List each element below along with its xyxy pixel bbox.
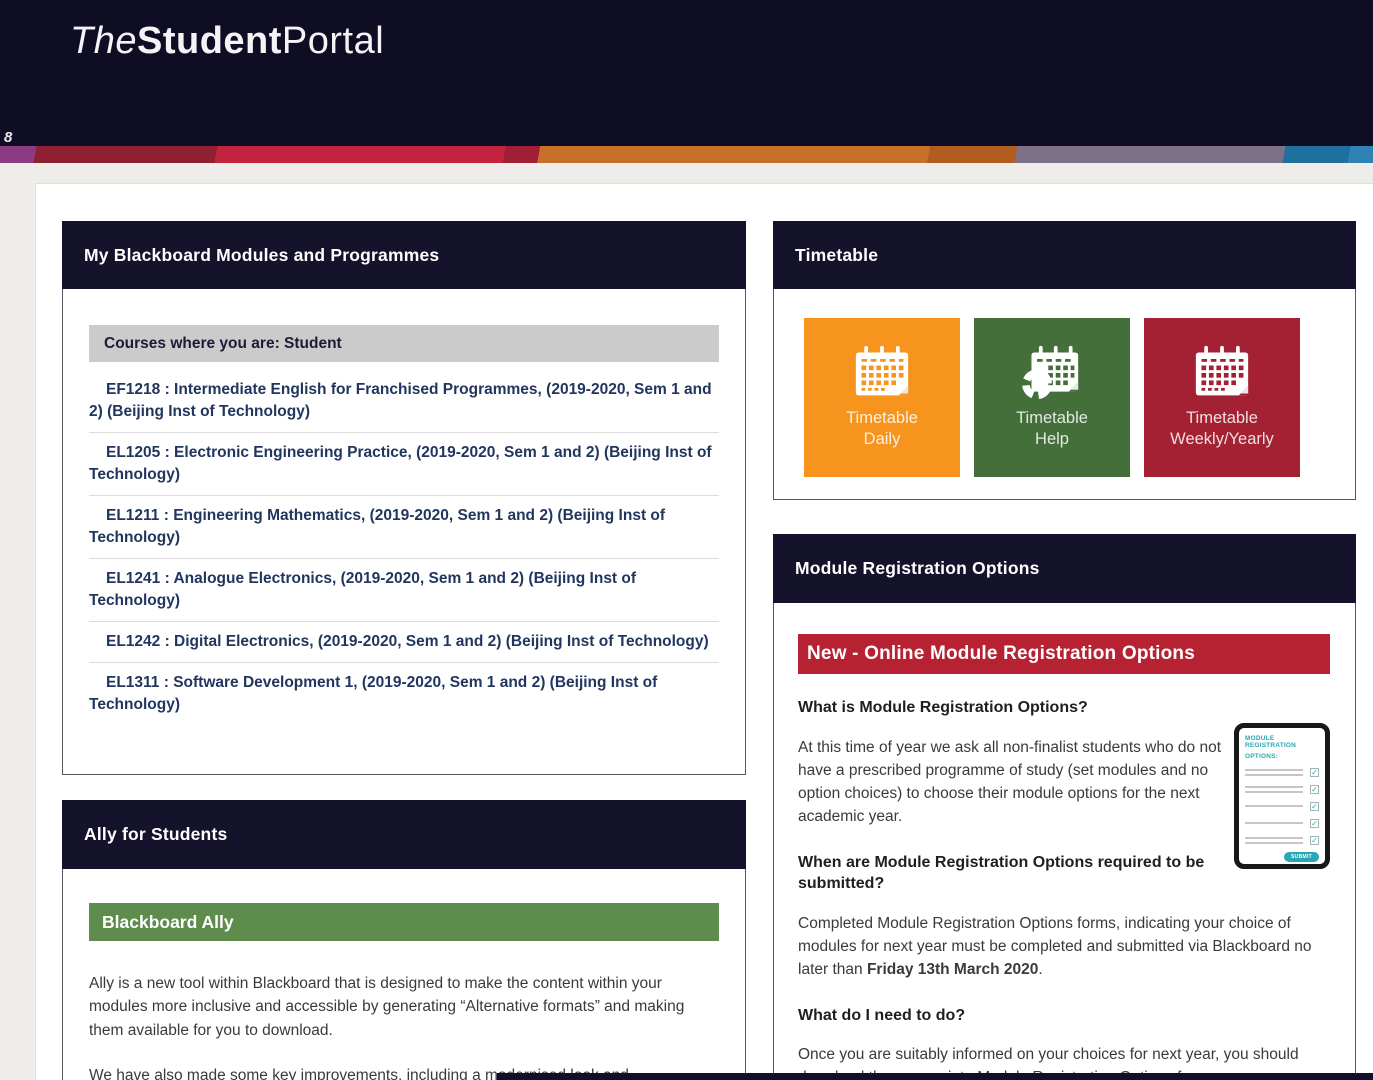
- bottom-cutoff-bar: [497, 1073, 1373, 1080]
- module-registration-panel-title: Module Registration Options: [773, 558, 1040, 579]
- timetable-tiles: Timetable Daily: [804, 318, 1355, 477]
- checked-checkbox-icon: ✓: [1310, 768, 1319, 777]
- course-link[interactable]: EL1242 : Digital Electronics, (2019-2020…: [89, 621, 719, 662]
- module-registration-form-illustration: MODULE REGISTRATION OPTIONS: ✓ ✓ ✓ ✓: [1234, 723, 1330, 869]
- timetable-daily-tile[interactable]: Timetable Daily: [804, 318, 960, 477]
- registration-paragraph: Completed Module Registration Options fo…: [798, 912, 1330, 982]
- question-heading: What is Module Registration Options?: [798, 697, 1330, 719]
- ally-panel-header: Ally for Students: [62, 800, 746, 869]
- tile-label: Timetable Weekly/Yearly: [1170, 408, 1274, 449]
- course-list: EF1218 : Intermediate English for Franch…: [89, 370, 719, 725]
- checked-checkbox-icon: ✓: [1310, 802, 1319, 811]
- form-row: ✓: [1245, 785, 1319, 794]
- calendar-help-icon: [1022, 345, 1082, 401]
- form-row: ✓: [1245, 819, 1319, 828]
- tablet-submit-button: SUBMIT: [1284, 852, 1319, 862]
- logo-student: Student: [137, 20, 282, 62]
- module-registration-panel-body: New - Online Module Registration Options…: [773, 603, 1356, 1080]
- tile-label: Timetable Help: [1016, 408, 1088, 449]
- modules-panel-header: My Blackboard Modules and Programmes: [62, 221, 746, 289]
- new-online-registration-banner-label: New - Online Module Registration Options: [798, 643, 1195, 665]
- module-registration-panel-header: Module Registration Options: [773, 534, 1356, 603]
- course-link[interactable]: EF1218 : Intermediate English for Franch…: [89, 370, 719, 432]
- blackboard-ally-banner: Blackboard Ally: [89, 903, 719, 941]
- checked-checkbox-icon: ✓: [1310, 819, 1319, 828]
- portal-logo[interactable]: TheStudentPortal: [70, 20, 384, 63]
- student-portal-page: TheStudentPortal 8 My Blackboard Modules…: [0, 0, 1373, 1080]
- course-link[interactable]: EL1205 : Electronic Engineering Practice…: [89, 432, 719, 495]
- ally-paragraph: Ally is a new tool within Blackboard tha…: [89, 972, 719, 1042]
- new-online-registration-banner: New - Online Module Registration Options: [798, 634, 1330, 674]
- module-registration-content: What is Module Registration Options? MOD…: [798, 697, 1330, 1080]
- form-row: ✓: [1245, 768, 1319, 777]
- question-heading: What do I need to do?: [798, 1005, 1330, 1027]
- ally-panel-body: Blackboard Ally Ally is a new tool withi…: [62, 869, 746, 1080]
- brand-colour-stripe: [0, 146, 1373, 163]
- deadline-date: Friday 13th March 2020: [867, 961, 1038, 978]
- modules-panel-title: My Blackboard Modules and Programmes: [62, 245, 439, 266]
- tile-label: Timetable Daily: [846, 408, 918, 449]
- modules-panel-body: Courses where you are: Student EF1218 : …: [62, 289, 746, 775]
- courses-role-label: Courses where you are: Student: [89, 335, 342, 353]
- tablet-title-line1: MODULE REGISTRATION: [1245, 735, 1319, 749]
- timetable-panel-title: Timetable: [773, 245, 878, 266]
- logo-portal: Portal: [282, 20, 384, 62]
- calendar-icon: [852, 345, 912, 401]
- logo-the: The: [70, 20, 137, 62]
- calendar-icon: [1192, 345, 1252, 401]
- top-header-bar: TheStudentPortal: [0, 0, 1373, 146]
- tablet-title-line2: OPTIONS:: [1245, 753, 1319, 760]
- timetable-panel-header: Timetable: [773, 221, 1356, 289]
- checked-checkbox-icon: ✓: [1310, 785, 1319, 794]
- form-row: ✓: [1245, 802, 1319, 811]
- timetable-help-tile[interactable]: Timetable Help: [974, 318, 1130, 477]
- ally-panel-title: Ally for Students: [62, 824, 227, 845]
- checked-checkbox-icon: ✓: [1310, 836, 1319, 845]
- course-link[interactable]: EL1311 : Software Development 1, (2019-2…: [89, 662, 719, 725]
- form-row: ✓: [1245, 836, 1319, 845]
- timetable-weekly-yearly-tile[interactable]: Timetable Weekly/Yearly: [1144, 318, 1300, 477]
- timetable-panel-body: Timetable Daily: [773, 289, 1356, 500]
- courses-role-bar: Courses where you are: Student: [89, 325, 719, 362]
- stray-glyph: 8: [4, 129, 12, 146]
- blackboard-ally-banner-label: Blackboard Ally: [89, 912, 234, 933]
- course-link[interactable]: EL1211 : Engineering Mathematics, (2019-…: [89, 495, 719, 558]
- course-link[interactable]: EL1241 : Analogue Electronics, (2019-202…: [89, 558, 719, 621]
